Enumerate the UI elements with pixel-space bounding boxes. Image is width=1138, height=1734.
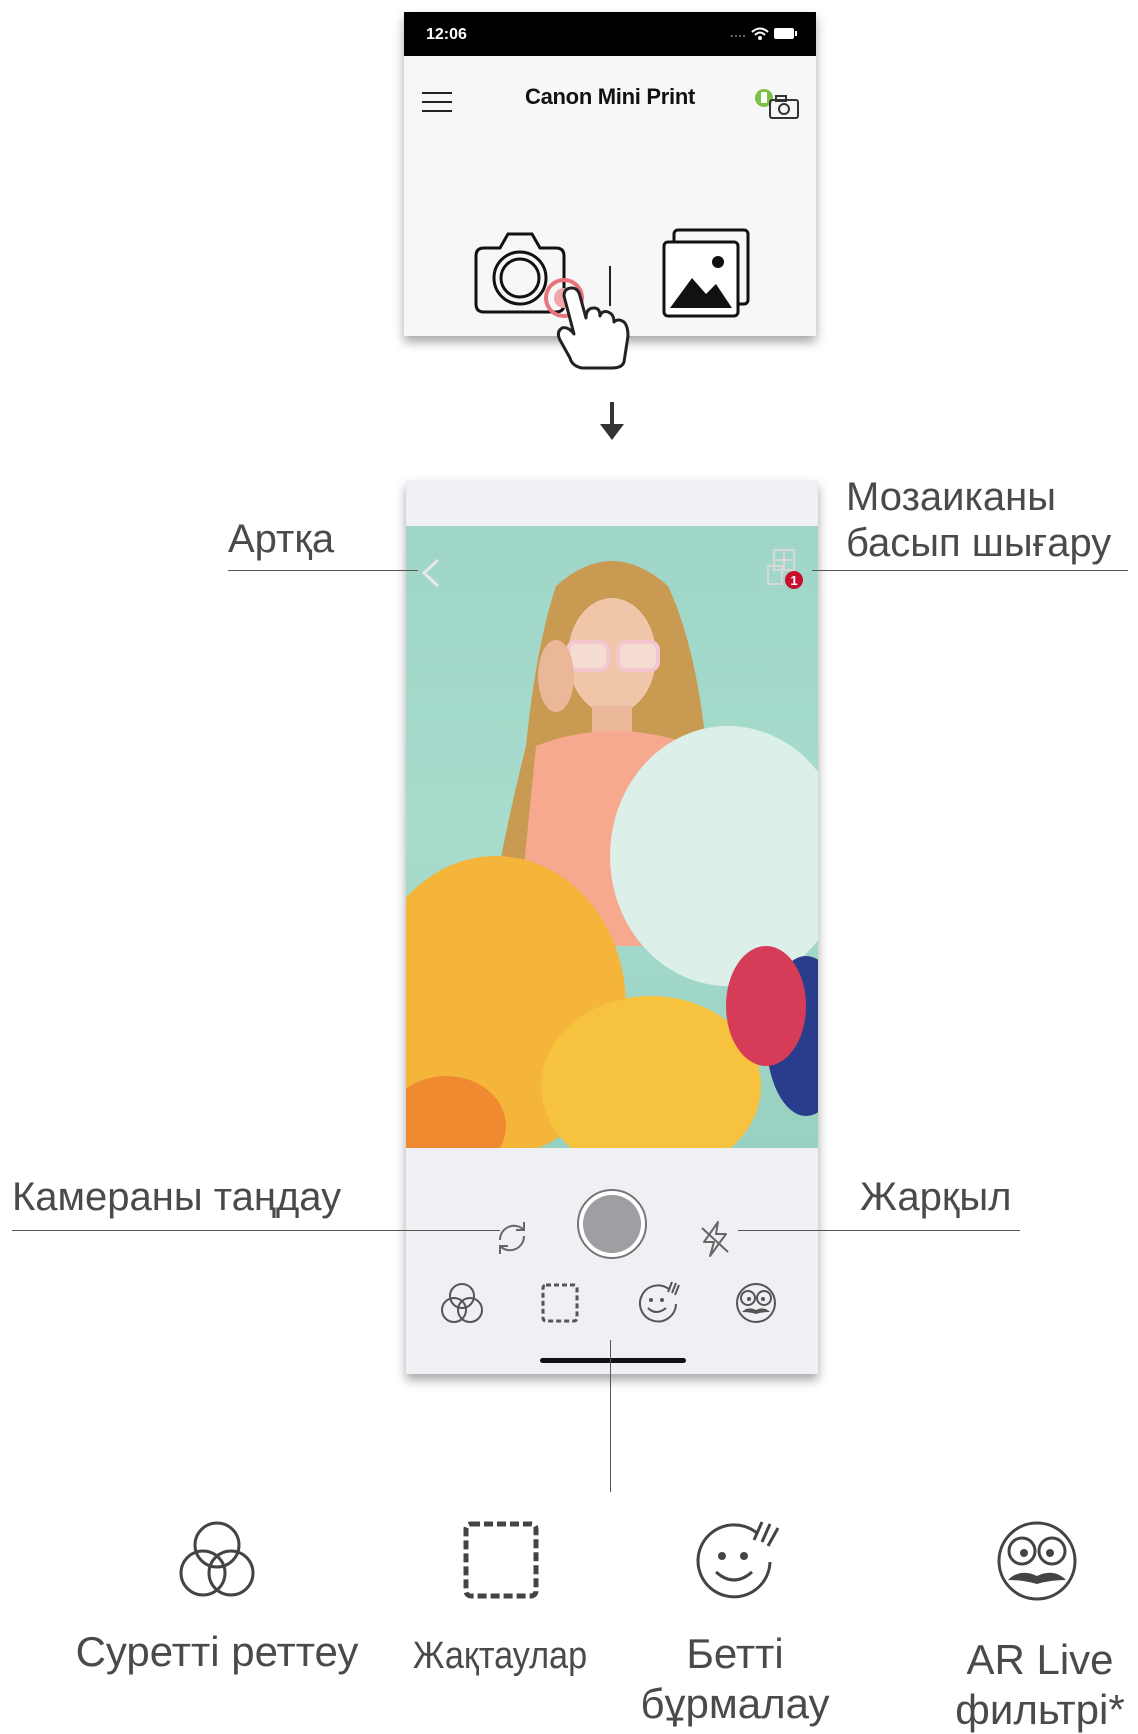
callout-collage-line2: басып шығару bbox=[846, 521, 1112, 565]
callout-switch-camera: Камераны таңдау bbox=[12, 1175, 342, 1219]
adjust-circles-icon bbox=[179, 1521, 255, 1597]
status-bar: 12:06 bbox=[404, 12, 816, 56]
leader-line-back bbox=[228, 570, 418, 571]
legend-adjust-label: Суретті реттеу bbox=[75, 1628, 359, 1675]
live-photo-preview bbox=[406, 561, 818, 1148]
callout-collage: Мозаиканы басып шығару bbox=[846, 474, 1111, 566]
callout-back: Артқа bbox=[228, 517, 335, 561]
status-icons bbox=[728, 24, 800, 45]
status-time: 12:06 bbox=[426, 26, 467, 43]
ar-mask-icon bbox=[997, 1521, 1077, 1601]
collage-badge-count: 1 bbox=[790, 573, 797, 588]
shutter-button[interactable] bbox=[576, 1188, 648, 1260]
collage-print-icon[interactable]: 1 bbox=[766, 548, 806, 592]
leader-line-tools bbox=[610, 1340, 611, 1492]
hand-pointer-icon bbox=[544, 266, 630, 370]
legend-face-label-line1: Бетті bbox=[686, 1630, 784, 1677]
frames-icon bbox=[463, 1521, 539, 1599]
leader-line-collage bbox=[812, 570, 1128, 571]
legend-ar-label-line1: AR Live bbox=[966, 1636, 1114, 1683]
legend-frames-label: Жақтаулар bbox=[412, 1635, 588, 1677]
wifi-battery-icon bbox=[731, 27, 797, 40]
camera-screen: 1 bbox=[406, 480, 818, 1374]
callout-collage-line1: Мозаиканы bbox=[846, 475, 1056, 519]
legend-face-label-line2: бұрмалау bbox=[640, 1680, 830, 1727]
back-chevron-icon[interactable] bbox=[420, 556, 442, 590]
gallery-icon[interactable] bbox=[660, 226, 752, 320]
legend-ar-label-line2: фильтрі* bbox=[955, 1686, 1125, 1733]
printer-status-icon[interactable] bbox=[754, 86, 802, 120]
flash-off-icon[interactable] bbox=[698, 1220, 732, 1258]
face-distortion-icon[interactable] bbox=[634, 1280, 682, 1326]
adjust-circles-icon[interactable] bbox=[438, 1280, 486, 1326]
frames-icon[interactable] bbox=[536, 1280, 584, 1326]
switch-camera-icon[interactable] bbox=[490, 1218, 534, 1258]
leader-line-switch-camera bbox=[12, 1230, 500, 1231]
down-arrow-icon bbox=[600, 402, 624, 440]
leader-line-flash bbox=[738, 1230, 1020, 1231]
face-distortion-icon bbox=[696, 1521, 780, 1599]
callout-flash: Жарқыл bbox=[860, 1175, 1012, 1219]
home-indicator bbox=[540, 1358, 686, 1363]
ar-mask-icon[interactable] bbox=[732, 1280, 780, 1326]
camera-viewfinder: 1 bbox=[406, 526, 818, 1148]
